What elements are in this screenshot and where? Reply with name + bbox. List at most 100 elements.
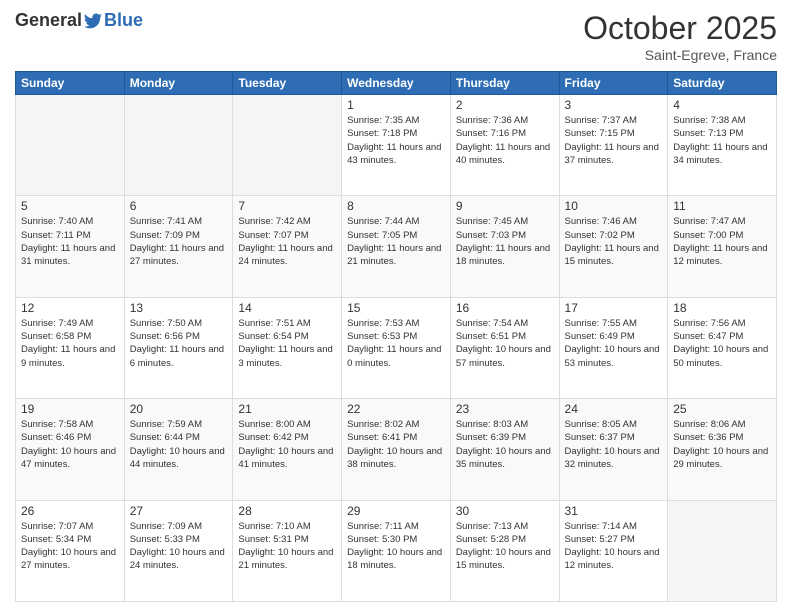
cell-text: Sunrise: 7:13 AMSunset: 5:28 PMDaylight:…	[456, 520, 554, 573]
title-block: October 2025 Saint-Egreve, France	[583, 10, 777, 63]
header: General Blue October 2025 Saint-Egreve, …	[15, 10, 777, 63]
day-number: 22	[347, 402, 445, 416]
logo-general: General	[15, 10, 82, 31]
logo-bird-icon	[84, 11, 104, 31]
week-row-5: 26 Sunrise: 7:07 AMSunset: 5:34 PMDayligh…	[16, 500, 777, 601]
cell-text: Sunrise: 8:06 AMSunset: 6:36 PMDaylight:…	[673, 418, 771, 471]
cell-text: Sunrise: 7:47 AMSunset: 7:00 PMDaylight:…	[673, 215, 771, 268]
day-number: 17	[565, 301, 663, 315]
calendar-cell: 1 Sunrise: 7:35 AMSunset: 7:18 PMDaylight…	[342, 95, 451, 196]
calendar-cell: 17 Sunrise: 7:55 AMSunset: 6:49 PMDayligh…	[559, 297, 668, 398]
calendar-cell: 12Sunrise: 7:49 AMSunset: 6:58 PMDayligh…	[16, 297, 125, 398]
col-header-friday: Friday	[559, 72, 668, 95]
cell-text: Sunrise: 7:59 AMSunset: 6:44 PMDaylight:…	[130, 418, 228, 471]
week-row-2: 5Sunrise: 7:40 AMSunset: 7:11 PMDaylight…	[16, 196, 777, 297]
logo: General Blue	[15, 10, 143, 31]
cell-text: Sunrise: 7:37 AMSunset: 7:15 PMDaylight:…	[565, 114, 663, 167]
day-number: 15	[347, 301, 445, 315]
day-number: 20	[130, 402, 228, 416]
day-number: 14	[238, 301, 336, 315]
day-number: 26	[21, 504, 119, 518]
day-number: 16	[456, 301, 554, 315]
calendar-cell: 5Sunrise: 7:40 AMSunset: 7:11 PMDaylight…	[16, 196, 125, 297]
col-header-thursday: Thursday	[450, 72, 559, 95]
cell-text: Sunrise: 7:54 AMSunset: 6:51 PMDaylight:…	[456, 317, 554, 370]
cell-text: Sunrise: 7:41 AMSunset: 7:09 PMDaylight:…	[130, 215, 228, 268]
calendar-cell: 20 Sunrise: 7:59 AMSunset: 6:44 PMDayligh…	[124, 399, 233, 500]
cell-text: Sunrise: 8:02 AMSunset: 6:41 PMDaylight:…	[347, 418, 445, 471]
day-number: 8	[347, 199, 445, 213]
calendar-cell: 13Sunrise: 7:50 AMSunset: 6:56 PMDayligh…	[124, 297, 233, 398]
cell-text: Sunrise: 7:10 AMSunset: 5:31 PMDaylight:…	[238, 520, 336, 573]
calendar-cell: 16 Sunrise: 7:54 AMSunset: 6:51 PMDayligh…	[450, 297, 559, 398]
day-number: 11	[673, 199, 771, 213]
calendar-cell: 15 Sunrise: 7:53 AMSunset: 6:53 PMDayligh…	[342, 297, 451, 398]
col-header-sunday: Sunday	[16, 72, 125, 95]
calendar-cell: 4 Sunrise: 7:38 AMSunset: 7:13 PMDaylight…	[668, 95, 777, 196]
calendar-cell: 9 Sunrise: 7:45 AMSunset: 7:03 PMDaylight…	[450, 196, 559, 297]
calendar-cell: 2 Sunrise: 7:36 AMSunset: 7:16 PMDaylight…	[450, 95, 559, 196]
calendar-cell: 3Sunrise: 7:37 AMSunset: 7:15 PMDaylight…	[559, 95, 668, 196]
day-number: 4	[673, 98, 771, 112]
cell-text: Sunrise: 7:46 AMSunset: 7:02 PMDaylight:…	[565, 215, 663, 268]
cell-text: Sunrise: 7:35 AMSunset: 7:18 PMDaylight:…	[347, 114, 445, 167]
cell-text: Sunrise: 7:07 AMSunset: 5:34 PMDaylight:…	[21, 520, 119, 573]
day-number: 18	[673, 301, 771, 315]
cell-text: Sunrise: 7:11 AMSunset: 5:30 PMDaylight:…	[347, 520, 445, 573]
calendar-cell: 24Sunrise: 8:05 AMSunset: 6:37 PMDayligh…	[559, 399, 668, 500]
calendar-cell: 30 Sunrise: 7:13 AMSunset: 5:28 PMDayligh…	[450, 500, 559, 601]
calendar-cell	[124, 95, 233, 196]
calendar-cell: 11 Sunrise: 7:47 AMSunset: 7:00 PMDayligh…	[668, 196, 777, 297]
cell-text: Sunrise: 8:00 AMSunset: 6:42 PMDaylight:…	[238, 418, 336, 471]
day-number: 28	[238, 504, 336, 518]
calendar-cell: 22 Sunrise: 8:02 AMSunset: 6:41 PMDayligh…	[342, 399, 451, 500]
calendar-cell	[668, 500, 777, 601]
day-number: 31	[565, 504, 663, 518]
calendar-cell: 7Sunrise: 7:42 AMSunset: 7:07 PMDaylight…	[233, 196, 342, 297]
location: Saint-Egreve, France	[583, 47, 777, 63]
cell-text: Sunrise: 7:51 AMSunset: 6:54 PMDaylight:…	[238, 317, 336, 370]
day-number: 29	[347, 504, 445, 518]
month-title: October 2025	[583, 10, 777, 47]
cell-text: Sunrise: 7:45 AMSunset: 7:03 PMDaylight:…	[456, 215, 554, 268]
day-number: 1	[347, 98, 445, 112]
calendar-cell: 6 Sunrise: 7:41 AMSunset: 7:09 PMDaylight…	[124, 196, 233, 297]
page: General Blue October 2025 Saint-Egreve, …	[0, 0, 792, 612]
calendar-cell: 19 Sunrise: 7:58 AMSunset: 6:46 PMDayligh…	[16, 399, 125, 500]
day-number: 9	[456, 199, 554, 213]
day-number: 6	[130, 199, 228, 213]
day-number: 2	[456, 98, 554, 112]
cell-text: Sunrise: 7:42 AMSunset: 7:07 PMDaylight:…	[238, 215, 336, 268]
col-header-tuesday: Tuesday	[233, 72, 342, 95]
calendar-cell: 28 Sunrise: 7:10 AMSunset: 5:31 PMDayligh…	[233, 500, 342, 601]
cell-text: Sunrise: 7:53 AMSunset: 6:53 PMDaylight:…	[347, 317, 445, 370]
cell-text: Sunrise: 7:50 AMSunset: 6:56 PMDaylight:…	[130, 317, 228, 370]
calendar-cell: 10 Sunrise: 7:46 AMSunset: 7:02 PMDayligh…	[559, 196, 668, 297]
logo-text: General Blue	[15, 10, 143, 31]
logo-blue: Blue	[104, 10, 143, 31]
week-row-3: 12Sunrise: 7:49 AMSunset: 6:58 PMDayligh…	[16, 297, 777, 398]
cell-text: Sunrise: 7:56 AMSunset: 6:47 PMDaylight:…	[673, 317, 771, 370]
col-header-wednesday: Wednesday	[342, 72, 451, 95]
calendar-cell	[16, 95, 125, 196]
day-number: 30	[456, 504, 554, 518]
day-number: 19	[21, 402, 119, 416]
cell-text: Sunrise: 7:36 AMSunset: 7:16 PMDaylight:…	[456, 114, 554, 167]
cell-text: Sunrise: 8:03 AMSunset: 6:39 PMDaylight:…	[456, 418, 554, 471]
calendar-cell: 18 Sunrise: 7:56 AMSunset: 6:47 PMDayligh…	[668, 297, 777, 398]
col-header-saturday: Saturday	[668, 72, 777, 95]
calendar-cell	[233, 95, 342, 196]
cell-text: Sunrise: 7:38 AMSunset: 7:13 PMDaylight:…	[673, 114, 771, 167]
day-number: 5	[21, 199, 119, 213]
day-number: 10	[565, 199, 663, 213]
day-number: 21	[238, 402, 336, 416]
day-number: 27	[130, 504, 228, 518]
cell-text: Sunrise: 8:05 AMSunset: 6:37 PMDaylight:…	[565, 418, 663, 471]
header-row: SundayMondayTuesdayWednesdayThursdayFrid…	[16, 72, 777, 95]
cell-text: Sunrise: 7:58 AMSunset: 6:46 PMDaylight:…	[21, 418, 119, 471]
day-number: 23	[456, 402, 554, 416]
week-row-4: 19 Sunrise: 7:58 AMSunset: 6:46 PMDayligh…	[16, 399, 777, 500]
day-number: 12	[21, 301, 119, 315]
cell-text: Sunrise: 7:44 AMSunset: 7:05 PMDaylight:…	[347, 215, 445, 268]
cell-text: Sunrise: 7:55 AMSunset: 6:49 PMDaylight:…	[565, 317, 663, 370]
